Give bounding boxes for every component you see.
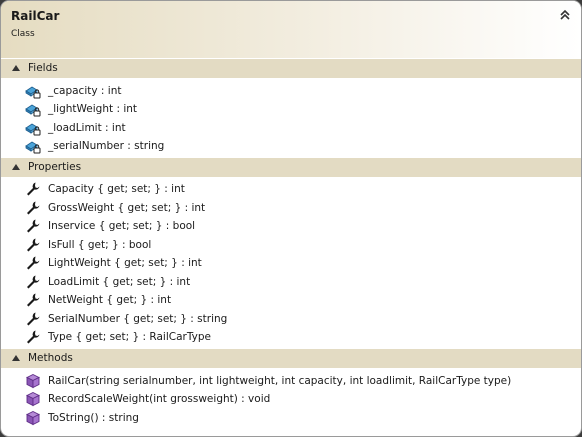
property-item[interactable]: Inservice { get; set; } : bool (1, 217, 581, 235)
method-item[interactable]: ToString() : string (1, 409, 581, 427)
section-label-methods: Methods (28, 352, 73, 364)
property-wrench-icon (25, 181, 41, 197)
property-text: Capacity { get; set; } : int (48, 183, 185, 195)
section-label-properties: Properties (28, 161, 82, 173)
property-text: Inservice { get; set; } : bool (48, 220, 196, 232)
method-text: RailCar(string serialnumber, int lightwe… (48, 375, 512, 387)
method-text: ToString() : string (48, 412, 139, 424)
expand-toggle-icon[interactable] (12, 355, 20, 361)
class-header: RailCar Class (1, 1, 581, 58)
section-header-fields[interactable]: Fields (1, 59, 581, 78)
collapse-chevron-icon[interactable] (558, 8, 572, 22)
private-field-icon (25, 138, 41, 154)
expand-toggle-icon[interactable] (12, 65, 20, 71)
property-text: LightWeight { get; set; } : int (48, 257, 202, 269)
property-item[interactable]: Capacity { get; set; } : int (1, 180, 581, 198)
property-wrench-icon (25, 200, 41, 216)
property-item[interactable]: Type { get; set; } : RailCarType (1, 328, 581, 346)
method-item[interactable]: RailCar(string serialnumber, int lightwe… (1, 372, 581, 390)
property-item[interactable]: GrossWeight { get; set; } : int (1, 199, 581, 217)
method-cube-icon (25, 410, 41, 426)
property-wrench-icon (25, 237, 41, 253)
private-field-icon (25, 101, 41, 117)
method-cube-icon (25, 391, 41, 407)
field-item[interactable]: _serialNumber : string (1, 137, 581, 155)
section-header-methods[interactable]: Methods (1, 349, 581, 368)
field-text: _serialNumber : string (48, 140, 165, 152)
field-text: _capacity : int (48, 85, 122, 97)
property-wrench-icon (25, 274, 41, 290)
private-field-icon (25, 120, 41, 136)
field-text: _loadLimit : int (48, 122, 126, 134)
property-wrench-icon (25, 218, 41, 234)
class-title: RailCar (11, 9, 60, 23)
property-item[interactable]: NetWeight { get; } : int (1, 291, 581, 309)
method-cube-icon (25, 373, 41, 389)
property-text: SerialNumber { get; set; } : string (48, 313, 228, 325)
property-item[interactable]: LightWeight { get; set; } : int (1, 254, 581, 272)
property-text: NetWeight { get; } : int (48, 294, 172, 306)
expand-toggle-icon[interactable] (12, 164, 20, 170)
field-item[interactable]: _capacity : int (1, 82, 581, 100)
property-item[interactable]: SerialNumber { get; set; } : string (1, 310, 581, 328)
private-field-icon (25, 83, 41, 99)
method-text: RecordScaleWeight(int grossweight) : voi… (48, 393, 271, 405)
property-text: Type { get; set; } : RailCarType (48, 331, 211, 343)
field-text: _lightWeight : int (48, 103, 138, 115)
class-shape-railcar: RailCar Class Fields _capacity : int _li… (0, 0, 582, 437)
property-wrench-icon (25, 329, 41, 345)
property-text: GrossWeight { get; set; } : int (48, 202, 206, 214)
property-wrench-icon (25, 255, 41, 271)
property-text: LoadLimit { get; set; } : int (48, 276, 191, 288)
section-header-properties[interactable]: Properties (1, 158, 581, 177)
class-stereotype: Class (11, 29, 35, 39)
property-wrench-icon (25, 292, 41, 308)
property-item[interactable]: LoadLimit { get; set; } : int (1, 273, 581, 291)
property-item[interactable]: IsFull { get; } : bool (1, 236, 581, 254)
field-item[interactable]: _loadLimit : int (1, 119, 581, 137)
section-label-fields: Fields (28, 62, 58, 74)
field-item[interactable]: _lightWeight : int (1, 100, 581, 118)
property-wrench-icon (25, 311, 41, 327)
method-item[interactable]: RecordScaleWeight(int grossweight) : voi… (1, 390, 581, 408)
property-text: IsFull { get; } : bool (48, 239, 152, 251)
